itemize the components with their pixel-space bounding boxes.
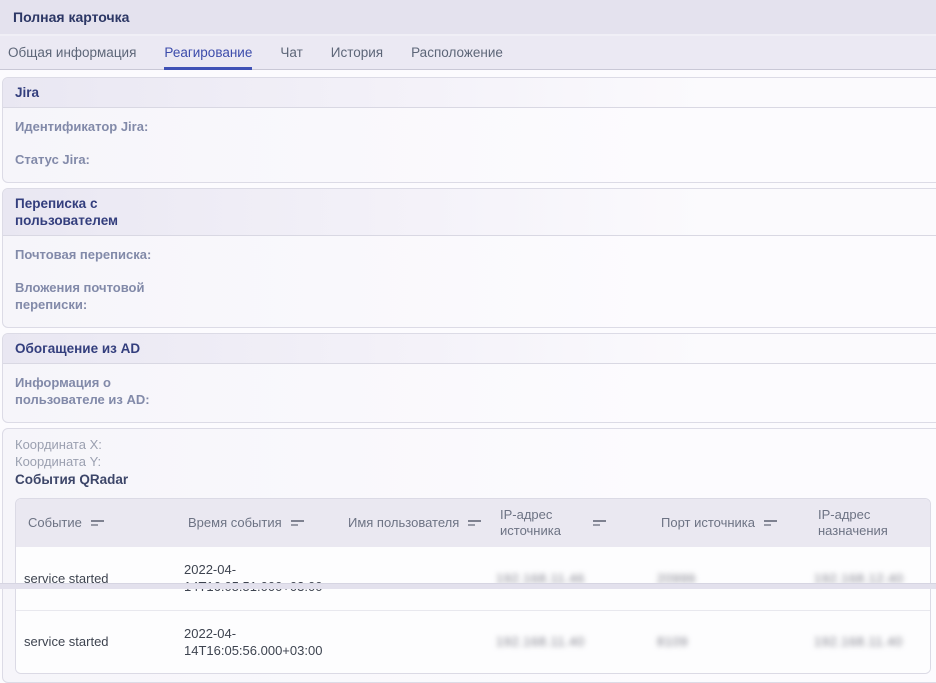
sort-icon[interactable] [468, 519, 482, 528]
section-jira: Jira Идентификатор Jira: Статус Jira: [2, 77, 936, 183]
card-title-bar: Полная карточка [0, 0, 936, 36]
sort-icon[interactable] [764, 519, 778, 528]
cell-destination-ip: 192.168.12.40 [806, 547, 930, 610]
section-user-correspondence-body: Почтовая переписка: Вложения почтовой пе… [3, 236, 936, 327]
bottom-cutoff-strip [0, 583, 936, 589]
tab-location[interactable]: Расположение [411, 36, 503, 70]
field-label: Статус Jira: [15, 151, 90, 168]
section-qradar-events: Координата X: Координата Y: События QRad… [2, 428, 936, 683]
section-user-correspondence-header: Переписка с пользователем [3, 189, 936, 236]
redacted-value: 192.168.11.40 [496, 634, 585, 649]
coordinate-x-label: Координата X: [15, 437, 929, 454]
column-header-source-port[interactable]: Порт источника [649, 499, 806, 547]
coordinate-y-label: Координата Y: [15, 454, 929, 471]
field-label: Информация о пользователе из AD: [15, 374, 173, 408]
field-mail-correspondence: Почтовая переписка: [15, 246, 929, 263]
column-header-source-ip[interactable]: IP-адрес источника [488, 499, 649, 547]
cell-source-port: 8109 [649, 610, 806, 673]
sort-icon[interactable] [91, 519, 105, 528]
cell-destination-ip: 192.168.11.40 [806, 610, 930, 673]
section-user-correspondence: Переписка с пользователем Почтовая переп… [2, 188, 936, 328]
tab-general-info[interactable]: Общая информация [8, 36, 136, 70]
field-jira-id: Идентификатор Jira: [15, 118, 929, 135]
field-label: Почтовая переписка: [15, 246, 151, 263]
section-title: Переписка с пользователем [15, 195, 180, 229]
cell-source-ip: 192.168.11.40 [488, 610, 649, 673]
section-jira-body: Идентификатор Jira: Статус Jira: [3, 108, 936, 182]
column-header-event[interactable]: Событие [16, 499, 176, 547]
section-ad-enrichment-body: Информация о пользователе из AD: [3, 364, 936, 422]
cell-source-port: 20999 [649, 547, 806, 610]
cell-username [336, 610, 488, 673]
redacted-value: 192.168.11.40 [814, 634, 903, 649]
page-title: Полная карточка [13, 9, 129, 25]
coordinates-block: Координата X: Координата Y: События QRad… [3, 429, 936, 488]
tab-response[interactable]: Реагирование [164, 36, 252, 70]
field-label: Идентификатор Jira: [15, 118, 148, 135]
event-row[interactable]: service started 2022-04-14T16:05:56.000+… [16, 610, 930, 673]
sort-icon[interactable] [291, 519, 305, 528]
section-ad-enrichment-header: Обогащение из AD [3, 334, 936, 364]
cell-event: service started [16, 610, 176, 673]
response-tab-content: Jira Идентификатор Jira: Статус Jira: Пе… [0, 70, 936, 683]
cell-event-time: 2022-04-14T16:05:56.000+03:00 [176, 610, 336, 673]
cell-username [336, 547, 488, 610]
column-header-username[interactable]: Имя пользователя [336, 499, 488, 547]
field-ad-user-info: Информация о пользователе из AD: [15, 374, 929, 408]
field-mail-attachments: Вложения почтовой переписки: [15, 279, 929, 313]
tab-history[interactable]: История [331, 36, 383, 70]
redacted-value: 8109 [657, 634, 688, 649]
field-label: Вложения почтовой переписки: [15, 279, 173, 313]
sort-icon[interactable] [593, 519, 607, 528]
column-header-event-time[interactable]: Время события [176, 499, 336, 547]
section-jira-header: Jira [3, 78, 936, 108]
event-row[interactable]: service started 2022-04-14T16:05:51.000+… [16, 547, 930, 610]
cell-event: service started [16, 547, 176, 610]
tab-bar: Общая информация Реагирование Чат Истори… [0, 36, 936, 70]
section-ad-enrichment: Обогащение из AD Информация о пользовате… [2, 333, 936, 423]
section-title: Обогащение из AD [15, 340, 140, 357]
qradar-events-title: События QRadar [15, 471, 929, 488]
table-header-row: Событие Время события Имя пользователя I… [16, 499, 930, 547]
cell-event-time: 2022-04-14T16:05:51.000+03:00 [176, 547, 336, 610]
cell-source-ip: 192.168.11.46 [488, 547, 649, 610]
field-jira-status: Статус Jira: [15, 151, 929, 168]
section-title: Jira [15, 84, 39, 101]
column-header-destination-ip[interactable]: IP-адрес назначения [806, 499, 930, 547]
tab-chat[interactable]: Чат [280, 36, 302, 70]
